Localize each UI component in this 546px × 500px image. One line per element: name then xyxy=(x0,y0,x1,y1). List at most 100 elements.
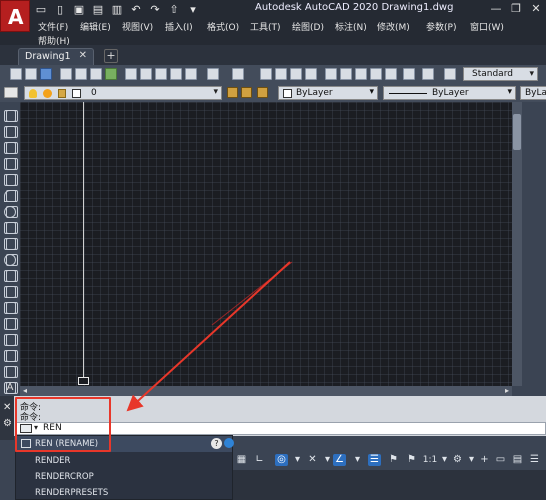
save-icon[interactable]: ▣ xyxy=(73,4,85,16)
layer-select[interactable]: 0 ▾ xyxy=(24,86,222,100)
scale-dropdown-icon[interactable]: ▾ xyxy=(438,454,451,466)
paste-icon[interactable] xyxy=(155,68,167,80)
save-as-icon[interactable]: ▤ xyxy=(92,4,104,16)
application-menu-button[interactable]: A xyxy=(0,0,30,32)
layer-previous-icon[interactable] xyxy=(241,87,252,98)
vertical-scrollbar[interactable] xyxy=(512,102,522,386)
drawing-canvas[interactable] xyxy=(20,102,512,386)
fillet-icon[interactable] xyxy=(6,350,18,362)
units-icon[interactable]: ▭ xyxy=(494,454,507,466)
mirror-icon[interactable] xyxy=(6,142,18,154)
object-snap-icon[interactable]: ▾ xyxy=(351,454,364,466)
publish-icon[interactable] xyxy=(90,68,102,80)
menu-dimension[interactable]: 标注(N) xyxy=(335,20,367,33)
quickcalc-icon[interactable] xyxy=(403,68,415,80)
minimize-button[interactable]: — xyxy=(486,0,506,18)
sheet-set-icon[interactable] xyxy=(370,68,382,80)
close-icon[interactable]: ✕ xyxy=(3,402,11,413)
text-style-select[interactable]: Standard xyxy=(463,67,538,81)
menu-edit[interactable]: 编辑(E) xyxy=(80,20,111,33)
move-icon[interactable] xyxy=(6,190,18,202)
trim-icon[interactable] xyxy=(6,254,18,266)
extend-icon[interactable] xyxy=(6,270,18,282)
maximize-button[interactable]: ❐ xyxy=(506,0,526,18)
linetype-select[interactable]: ByLayer ▾ xyxy=(383,86,516,100)
open-file-icon[interactable]: ▯ xyxy=(54,4,66,16)
help-icon[interactable] xyxy=(422,68,434,80)
model-grid-icon[interactable]: ▦ xyxy=(235,454,248,466)
menu-modify[interactable]: 修改(M) xyxy=(377,20,410,33)
zoom-previous-icon[interactable] xyxy=(305,68,317,80)
workspace-dropdown-icon[interactable]: ▾ xyxy=(465,454,478,466)
ortho-icon[interactable]: ∟ xyxy=(253,454,266,466)
menu-draw[interactable]: 绘图(D) xyxy=(292,20,324,33)
pan-icon[interactable] xyxy=(260,68,272,80)
isolate-objects-icon[interactable]: ▤ xyxy=(511,454,524,466)
properties-icon[interactable] xyxy=(325,68,337,80)
isodraft-icon[interactable]: ✕ xyxy=(306,454,319,466)
customize-qa-icon[interactable]: ▾ xyxy=(187,4,199,16)
text-style-icon[interactable] xyxy=(444,68,456,80)
annotation-scale[interactable]: 1:1 xyxy=(421,454,439,466)
polar-dropdown-icon[interactable]: ▾ xyxy=(291,454,304,466)
save-toolbar-icon[interactable] xyxy=(40,68,52,80)
make-current-layer-icon[interactable] xyxy=(227,87,238,98)
open-icon[interactable] xyxy=(25,68,37,80)
suggestion-item-renderpresets[interactable]: RENDERPRESETS xyxy=(16,485,232,500)
layer-states-icon[interactable] xyxy=(257,87,268,98)
undo-icon[interactable]: ↶ xyxy=(130,4,142,16)
menu-file[interactable]: 文件(F) xyxy=(38,20,68,33)
rotate-icon[interactable] xyxy=(6,206,18,218)
menu-insert[interactable]: 插入(I) xyxy=(165,20,193,33)
markup-icon[interactable] xyxy=(385,68,397,80)
explode-icon[interactable] xyxy=(6,382,18,394)
tab-close-icon[interactable]: ✕ xyxy=(79,50,87,61)
help-icon[interactable]: ? xyxy=(211,438,222,449)
layer-properties-icon[interactable] xyxy=(4,87,18,98)
close-window-button[interactable]: ✕ xyxy=(526,0,546,18)
blend-curves-icon[interactable] xyxy=(6,366,18,378)
scroll-left-icon[interactable]: ◂ xyxy=(20,386,30,396)
web-search-icon[interactable] xyxy=(224,438,234,448)
share-icon[interactable]: ⇧ xyxy=(168,4,180,16)
break-at-point-icon[interactable] xyxy=(6,286,18,298)
3d-print-icon[interactable] xyxy=(105,68,117,80)
plot-preview-icon[interactable] xyxy=(75,68,87,80)
redo-icon[interactable]: ↷ xyxy=(149,4,161,16)
break-icon[interactable] xyxy=(6,302,18,314)
array-icon[interactable] xyxy=(6,174,18,186)
scroll-thumb[interactable] xyxy=(513,114,521,150)
menu-window[interactable]: 窗口(W) xyxy=(470,20,504,33)
chamfer-icon[interactable] xyxy=(6,334,18,346)
erase-icon[interactable] xyxy=(6,110,18,122)
stretch-icon[interactable] xyxy=(6,238,18,250)
scale-icon[interactable] xyxy=(6,222,18,234)
print-icon[interactable]: ▥ xyxy=(111,4,123,16)
offset-icon[interactable] xyxy=(6,158,18,170)
zoom-window-icon[interactable] xyxy=(290,68,302,80)
color-select[interactable]: ByLayer ▾ xyxy=(278,86,378,100)
suggestion-item-rendercrop[interactable]: RENDERCROP xyxy=(16,469,232,485)
design-center-icon[interactable] xyxy=(340,68,352,80)
object-snap-tracking-icon[interactable]: ∠ xyxy=(333,454,346,466)
redo-toolbar-icon[interactable] xyxy=(232,68,244,80)
zoom-realtime-icon[interactable] xyxy=(275,68,287,80)
annotation-visibility-icon[interactable]: ⚑ xyxy=(387,454,400,466)
undo-toolbar-icon[interactable] xyxy=(207,68,219,80)
block-editor-icon[interactable] xyxy=(185,68,197,80)
annotation-monitor-icon[interactable]: + xyxy=(478,454,491,466)
join-icon[interactable] xyxy=(6,318,18,330)
copy-object-icon[interactable] xyxy=(6,126,18,138)
suggestion-item-render[interactable]: RENDER xyxy=(16,453,232,469)
match-properties-icon[interactable] xyxy=(170,68,182,80)
scroll-right-icon[interactable]: ▸ xyxy=(502,386,512,396)
customization-icon[interactable]: ☰ xyxy=(528,454,541,466)
qnew-icon[interactable] xyxy=(10,68,22,80)
annotation-autoscale-icon[interactable]: ⚑ xyxy=(405,454,418,466)
menu-view[interactable]: 视图(V) xyxy=(122,20,153,33)
plot-icon[interactable] xyxy=(60,68,72,80)
workspace-gear-icon[interactable]: ⚙ xyxy=(451,454,464,466)
new-file-icon[interactable]: ▭ xyxy=(35,4,47,16)
cut-icon[interactable] xyxy=(125,68,137,80)
menu-tools[interactable]: 工具(T) xyxy=(250,20,281,33)
